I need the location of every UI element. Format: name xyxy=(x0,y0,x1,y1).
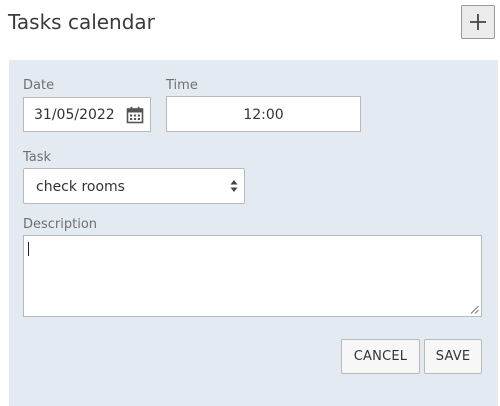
date-field[interactable]: 31/05/2022 xyxy=(23,97,151,132)
page-title: Tasks calendar xyxy=(8,10,155,34)
cancel-button[interactable]: CANCEL xyxy=(341,339,420,374)
date-label: Date xyxy=(23,78,55,93)
calendar-icon[interactable] xyxy=(126,106,144,124)
task-select[interactable]: check rooms xyxy=(23,168,245,204)
add-task-button[interactable] xyxy=(461,5,495,39)
time-value: 12:00 xyxy=(243,107,284,123)
plus-icon xyxy=(470,14,486,30)
description-label: Description xyxy=(23,217,98,232)
description-textarea[interactable] xyxy=(23,235,482,317)
date-value: 31/05/2022 xyxy=(34,107,115,123)
resize-grip-icon[interactable] xyxy=(470,305,479,314)
time-label: Time xyxy=(166,78,198,93)
task-value: check rooms xyxy=(36,179,125,195)
header: Tasks calendar xyxy=(0,0,500,52)
save-button[interactable]: SAVE xyxy=(424,339,482,374)
select-arrows-icon xyxy=(230,180,238,192)
task-form-panel: Date 31/05/2022 Time 12:00 Task check ro… xyxy=(9,60,498,406)
task-label: Task xyxy=(23,150,52,165)
text-caret xyxy=(28,242,29,256)
time-field[interactable]: 12:00 xyxy=(166,96,361,132)
